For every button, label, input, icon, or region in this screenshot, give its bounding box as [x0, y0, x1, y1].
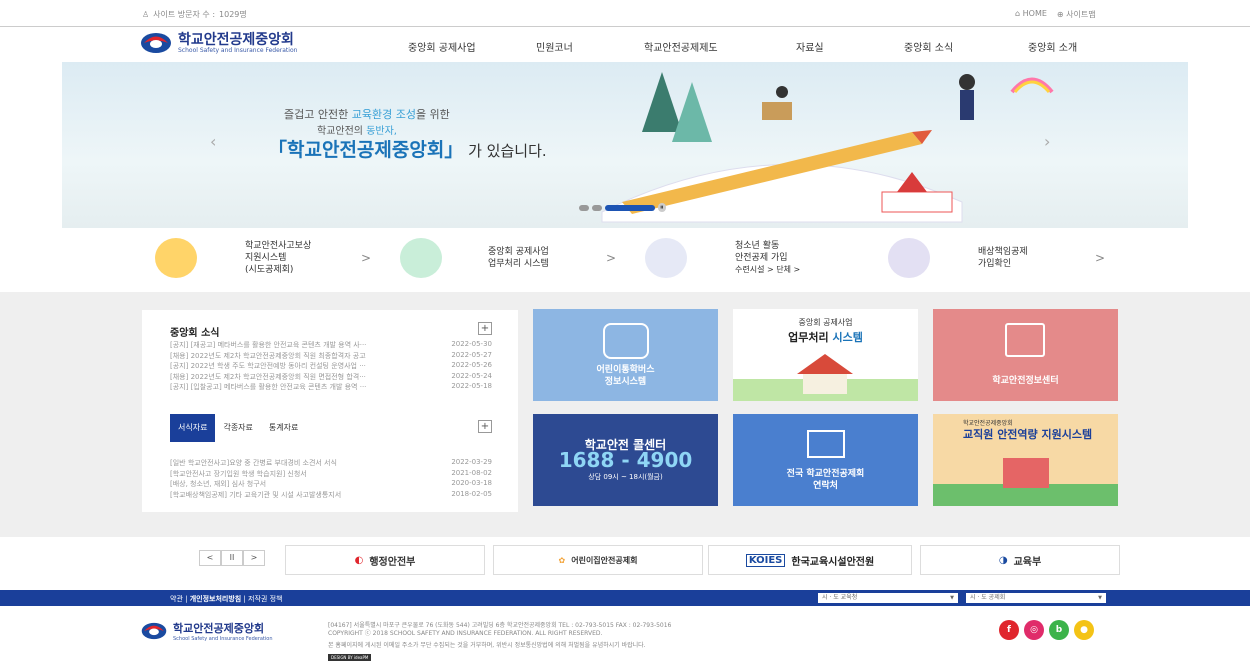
- building-icon: [807, 430, 845, 458]
- mutual-aid-select[interactable]: 시 · 도 공제회: [966, 593, 1106, 603]
- pause-icon[interactable]: ⏸: [658, 203, 666, 212]
- slide-dot-active[interactable]: [605, 204, 655, 211]
- news-item[interactable]: [공지] [입찰공고] 메타버스를 활용한 안전교육 콘텐츠 개발 용역 ···…: [170, 382, 492, 393]
- home-link[interactable]: ⌂ HOME: [1015, 9, 1047, 20]
- design-credit: DESIGN BY ideaPM: [328, 654, 372, 661]
- news-item[interactable]: [공지] 2022년 학생 주도 학교안전예방 동아리 컨설팅 운영사업 ···…: [170, 361, 492, 372]
- news-list: [공지] [재공고] 메타버스를 활용한 안전교육 콘텐츠 개발 용역 사···…: [170, 340, 492, 393]
- hero-banner[interactable]: 즐겁고 안전한 교육환경 조성을 위한 학교안전의 동반자, 「학교안전공제중앙…: [62, 62, 1188, 228]
- user-icon: ♙: [142, 10, 150, 19]
- tile-business-system[interactable]: 중앙회 공제사업 업무처리 시스템: [733, 309, 918, 401]
- news-title: 중앙회 소식: [170, 328, 220, 339]
- chevron-right-icon: >: [1095, 251, 1106, 265]
- quick-links: 학교안전사고보상 지원시스템 (시도공제회) > 중앙회 공제사업 업무처리 시스템 …: [0, 228, 1250, 292]
- facebook-icon[interactable]: f: [999, 620, 1019, 640]
- school-illustration: [733, 354, 918, 401]
- school-illustration: [1003, 458, 1049, 488]
- banner-controls: < II >: [199, 550, 265, 566]
- chevron-right-icon: >: [606, 251, 617, 265]
- banner-pause-button[interactable]: II: [221, 550, 243, 566]
- copyright-link[interactable]: 저작권 정책: [248, 595, 282, 603]
- visitor-count: 1029명: [219, 10, 247, 19]
- monitor-icon: [1005, 323, 1045, 357]
- doc-item[interactable]: [학교배상책임공제] 기타 교육기관 및 시설 사고발생통지서 2018-02-0…: [170, 490, 492, 501]
- quick-link-youth[interactable]: 청소년 활동 안전공제 가입 수련시설 > 단체 >: [645, 228, 875, 292]
- news-item[interactable]: [공지] [재공고] 메타버스를 활용한 안전교육 콘텐츠 개발 용역 사···…: [170, 340, 492, 351]
- site-logo[interactable]: 학교안전공제중앙회 School Safety and Insurance Fed…: [140, 32, 297, 54]
- sitemap-link[interactable]: ⊕ 사이트맵: [1057, 9, 1096, 20]
- nav-news[interactable]: 중앙회 소식: [904, 39, 953, 54]
- footer: 학교안전공제중앙회 School Safety and Insurance Fed…: [0, 606, 1250, 665]
- docs-list: [일반 학교안전사고]요양 중 간병료 부대경비 소견서 서식 2022-03-2…: [170, 458, 492, 500]
- footer-copyright: COPYRIGHT ⓒ 2018 SCHOOL SAFETY AND INSUR…: [328, 630, 603, 637]
- docs-more-button[interactable]: +: [478, 420, 492, 433]
- doc-item[interactable]: [학교안전사고 장기입원 학생 학습지원] 신청서 2021-08-02: [170, 469, 492, 480]
- nav-civil[interactable]: 민원코너: [536, 39, 573, 54]
- blog-icon[interactable]: b: [1049, 620, 1069, 640]
- folder-plus-icon: [645, 238, 687, 278]
- slide-dot[interactable]: [592, 204, 602, 211]
- quick-link-liability[interactable]: 배상책임공제 가입확인 >: [888, 228, 1118, 292]
- privacy-link[interactable]: 개인정보처리방침: [190, 595, 242, 603]
- quick-link-accident[interactable]: 학교안전사고보상 지원시스템 (시도공제회) >: [155, 228, 385, 292]
- top-utility-bar: ♙ 사이트 방문자 수 :1029명 ⌂ HOME ⊕ 사이트맵: [0, 0, 1250, 26]
- logo-icon: [140, 32, 172, 54]
- docs-panel: 서식자료 각종자료 통계자료 + [일반 학교안전사고]요양 중 간병료 부대경…: [142, 414, 518, 512]
- kids-logo-icon: ✿: [558, 555, 566, 565]
- instagram-icon[interactable]: ◎: [1024, 620, 1044, 640]
- hero-line-1: 즐겁고 안전한 교육환경 조성을 위한: [284, 108, 450, 121]
- footer-logo: 학교안전공제중앙회 School Safety and Insurance Fed…: [140, 620, 273, 642]
- hero-prev-arrow[interactable]: ‹: [210, 132, 216, 151]
- bus-icon: [603, 323, 649, 359]
- document-check-icon: [888, 238, 930, 278]
- banner-childcare[interactable]: ✿ 어린이집안전공제회: [493, 545, 703, 575]
- tile-call-center[interactable]: 학교안전 콜센터 1688 - 4900 상담 09시 ~ 18시(월금): [533, 414, 718, 506]
- tile-contact[interactable]: 전국 학교안전공제회 연락처: [733, 414, 918, 506]
- terms-link[interactable]: 약관: [170, 595, 183, 603]
- news-item[interactable]: [채용] 2022년도 제2차 학교안전공제중앙회 직원 최종합격자 공고 202…: [170, 351, 492, 362]
- tile-safety-info-center[interactable]: 학교안전정보센터: [933, 309, 1118, 401]
- news-item[interactable]: [채용] 2022년도 제2차 학교안전공제중앙회 직원 면접전형 합격··· 2…: [170, 372, 492, 383]
- kakao-icon[interactable]: ●: [1074, 620, 1094, 640]
- banner-mois[interactable]: ◐ 행정안전부: [285, 545, 485, 575]
- graduation-cap-icon: [155, 238, 197, 278]
- taegeuk-icon: ◑: [998, 554, 1008, 566]
- nav-system[interactable]: 학교안전공제제도: [644, 39, 718, 54]
- footer-note: 본 홈페이지에 게시된 이메일 주소가 무단 수집되는 것을 거부하며, 위반시…: [328, 642, 646, 649]
- tab-various[interactable]: 각종자료: [215, 414, 260, 442]
- logo-name: 학교안전공제중앙회: [178, 31, 294, 48]
- banner-prev-button[interactable]: <: [199, 550, 221, 566]
- doc-item[interactable]: [배상, 청소년, 재외] 심사 청구서 2020-03-18: [170, 479, 492, 490]
- hero-pagination: ⏸: [579, 203, 666, 212]
- tab-stats[interactable]: 통계자료: [261, 414, 306, 442]
- banner-moe[interactable]: ◑ 교육부: [920, 545, 1120, 575]
- edu-office-select[interactable]: 시 · 도 교육청: [818, 593, 958, 603]
- docs-tabs: 서식자료 각종자료 통계자료: [170, 414, 306, 442]
- nav-about[interactable]: 중앙회 소개: [1028, 39, 1077, 54]
- header: 학교안전공제중앙회 School Safety and Insurance Fed…: [0, 26, 1250, 62]
- taegeuk-icon: ◐: [354, 554, 364, 566]
- content-area: 중앙회 소식 + [공지] [재공고] 메타버스를 활용한 안전교육 콘텐츠 개…: [0, 292, 1250, 537]
- hero-next-arrow[interactable]: ›: [1044, 132, 1050, 151]
- quick-link-business[interactable]: 중앙회 공제사업 업무처리 시스템 >: [400, 228, 630, 292]
- banner-koies[interactable]: KOIES 한국교육시설안전원: [708, 545, 912, 575]
- tab-forms[interactable]: 서식자료: [170, 414, 216, 442]
- doc-item[interactable]: [일반 학교안전사고]요양 중 간병료 부대경비 소견서 서식 2022-03-2…: [170, 458, 492, 469]
- news-panel: 중앙회 소식 + [공지] [재공고] 메타버스를 활용한 안전교육 콘텐츠 개…: [142, 310, 518, 418]
- banner-next-button[interactable]: >: [243, 550, 265, 566]
- hero-title: 「학교안전공제중앙회」 가 있습니다.: [268, 139, 547, 161]
- logo-icon: [141, 622, 167, 640]
- slide-dot[interactable]: [579, 204, 589, 211]
- tile-school-bus[interactable]: 어린이통학버스 정보시스템: [533, 309, 718, 401]
- logo-en: School Safety and Insurance Federation: [178, 46, 298, 54]
- tile-staff-support[interactable]: 학교안전공제중앙회 교직원 안전역량 지원시스템: [933, 414, 1118, 506]
- chevron-right-icon: >: [361, 251, 372, 265]
- nav-archive[interactable]: 자료실: [796, 39, 824, 54]
- news-more-button[interactable]: +: [478, 322, 492, 335]
- footer-bar: 약관 | 개인정보처리방침 | 저작권 정책 시 · 도 교육청 시 · 도 공…: [0, 590, 1250, 606]
- monitor-chart-icon: [400, 238, 442, 278]
- nav-mutual-aid[interactable]: 중앙회 공제사업: [408, 39, 476, 54]
- visitor-label: 사이트 방문자 수 :: [153, 10, 216, 19]
